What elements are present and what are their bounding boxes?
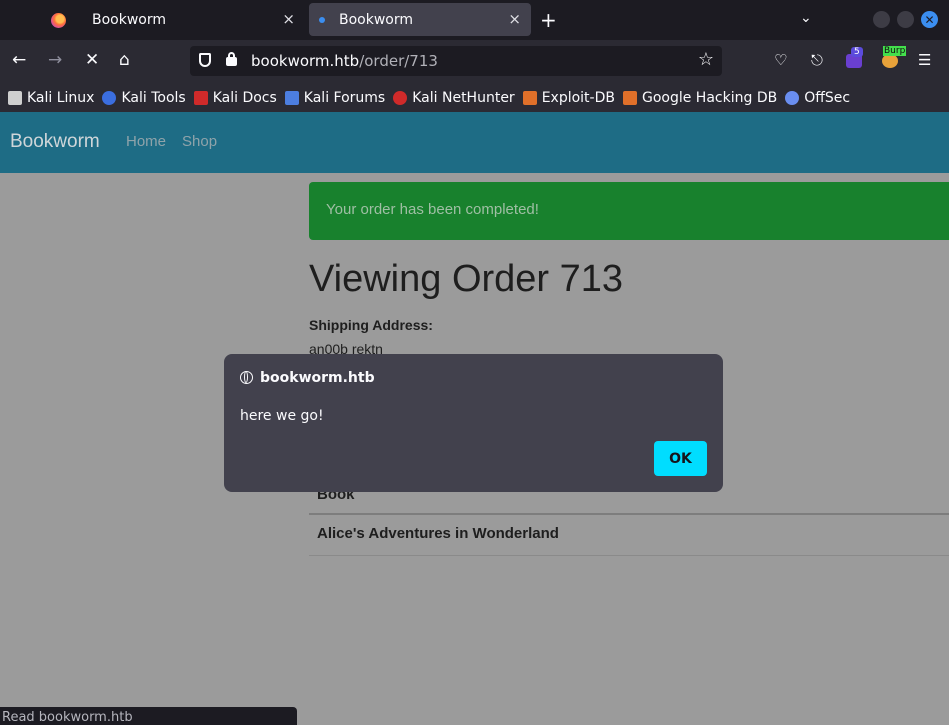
bookmarks-toolbar: Kali Linux Kali Tools Kali Docs Kali For… — [0, 83, 949, 112]
status-text: Read bookworm.htb — [2, 710, 133, 725]
globe-icon — [240, 371, 253, 384]
tab-title: Bookworm — [92, 11, 167, 28]
kali-forums-icon — [284, 90, 299, 105]
alert-dialog: bookworm.htb here we go! OK — [224, 354, 723, 492]
url-text[interactable]: bookworm.htb/order/713 — [251, 52, 438, 70]
tab-title: Bookworm — [339, 11, 414, 28]
page-title: Viewing Order 713 — [309, 258, 624, 300]
tab-bookworm-2-active[interactable]: Bookworm × — [309, 3, 531, 36]
window-close-button[interactable]: ✕ — [921, 11, 938, 28]
bookmark-star-icon[interactable]: ☆ — [698, 49, 714, 70]
status-bar: Read bookworm.htb — [0, 707, 297, 725]
shipping-address-label: Shipping Address: — [309, 317, 433, 333]
offsec-icon — [785, 90, 800, 105]
new-tab-button[interactable]: + — [540, 8, 557, 32]
book-title-cell: Alice's Adventures in Wonderland — [317, 525, 559, 542]
bookmark-kali-docs[interactable]: Kali Docs — [193, 90, 277, 106]
bookmark-exploit-db[interactable]: Exploit-DB — [522, 90, 615, 106]
success-alert: Your order has been completed! — [309, 182, 949, 240]
ghdb-icon — [622, 90, 637, 105]
extension-badge: 5 — [851, 47, 863, 57]
bookmark-kali-tools[interactable]: Kali Tools — [102, 90, 186, 106]
bookmark-google-hacking-db[interactable]: Google Hacking DB — [622, 90, 777, 106]
bookmark-offsec[interactable]: OffSec — [785, 90, 850, 106]
tab-bar: Bookworm × Bookworm × + ⌄ ✕ — [0, 0, 949, 40]
burp-label: Burp — [883, 46, 907, 56]
navigation-toolbar: ← → ✕ ⌂ bookworm.htb/order/713 ☆ ♡ ⎋ ☰ — [0, 40, 949, 83]
ok-button[interactable]: OK — [654, 441, 707, 476]
stop-loading-icon[interactable]: ✕ — [85, 50, 99, 70]
tracking-shield-icon[interactable] — [199, 53, 211, 67]
maximize-button[interactable] — [897, 11, 914, 28]
bookmark-kali-nethunter[interactable]: Kali NetHunter — [393, 90, 515, 106]
forward-arrow-icon[interactable]: → — [48, 50, 62, 70]
bookmark-kali-forums[interactable]: Kali Forums — [284, 90, 385, 106]
table-row: Alice's Adventures in Wonderland — [309, 515, 949, 556]
url-bar[interactable]: bookworm.htb/order/713 ☆ — [190, 46, 722, 76]
lock-icon[interactable] — [226, 52, 237, 66]
exploit-db-icon — [522, 90, 537, 105]
list-all-tabs-chevron-icon[interactable]: ⌄ — [800, 10, 812, 26]
home-icon[interactable]: ⌂ — [119, 50, 130, 70]
kali-docs-icon — [193, 90, 208, 105]
firefox-icon — [50, 12, 66, 28]
nav-shop-link[interactable]: Shop — [182, 133, 217, 150]
tab-close-icon[interactable]: × — [508, 10, 521, 28]
nav-home-link[interactable]: Home — [126, 133, 166, 150]
dialog-origin: bookworm.htb — [260, 370, 375, 386]
firefox-view-button[interactable] — [40, 3, 76, 37]
kali-tools-icon — [102, 90, 117, 105]
back-arrow-icon[interactable]: ← — [12, 50, 26, 70]
pocket-icon[interactable]: ♡ — [774, 51, 787, 69]
alert-text: Your order has been completed! — [326, 201, 539, 218]
site-brand[interactable]: Bookworm — [10, 131, 100, 153]
kali-dragon-icon — [8, 90, 22, 105]
bookmark-kali-linux[interactable]: Kali Linux — [8, 90, 94, 106]
tab-close-icon[interactable]: × — [282, 10, 295, 28]
burp-extension-icon[interactable] — [882, 54, 898, 68]
menu-hamburger-icon[interactable]: ☰ — [918, 51, 931, 69]
tab-bookworm-1[interactable]: Bookworm × — [80, 3, 305, 36]
minimize-button[interactable] — [873, 11, 890, 28]
nethunter-icon — [393, 90, 408, 105]
dialog-message: here we go! — [240, 408, 324, 424]
extensions-puzzle-icon[interactable]: ⎋ — [811, 51, 823, 69]
site-navbar: Bookworm Home Shop — [0, 112, 949, 173]
loading-icon — [319, 16, 325, 23]
